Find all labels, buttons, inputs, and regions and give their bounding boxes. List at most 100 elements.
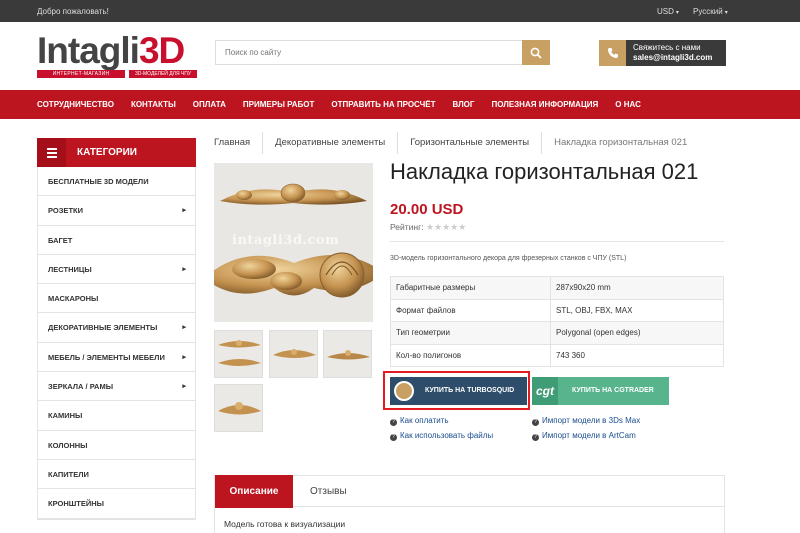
product-thumbnail[interactable]: [214, 384, 263, 432]
link-label: Как оплатить: [400, 416, 449, 425]
rating-stars-icon: ★★★★★: [425, 222, 467, 232]
breadcrumb-horizontal[interactable]: Горизонтальные элементы: [397, 132, 541, 154]
sidebar-item-label: КРОНШТЕЙНЫ: [48, 499, 105, 509]
category-header[interactable]: КАТЕГОРИИ: [37, 138, 196, 167]
product-main-image[interactable]: intagli3d.com: [214, 163, 373, 322]
link-label: Как использовать файлы: [400, 431, 494, 440]
sidebar-item[interactable]: ДЕКОРАТИВНЫЕ ЭЛЕМЕНТЫ ▸: [38, 313, 195, 343]
category-title: КАТЕГОРИИ: [77, 147, 137, 158]
link-how-to-pay[interactable]: ? Как оплатить: [390, 416, 449, 426]
tab-description[interactable]: Описание: [215, 475, 293, 508]
link-label: Импорт модели в ArtCam: [542, 431, 636, 440]
link-import-3dsmax[interactable]: ? Импорт модели в 3Ds Max: [532, 416, 640, 426]
sidebar-item-label: КОЛОННЫ: [48, 440, 88, 450]
sidebar-item-label: ДЕКОРАТИВНЫЕ ЭЛЕМЕНТЫ: [48, 323, 158, 333]
category-list: БЕСПЛАТНЫЕ 3D МОДЕЛИ РОЗЕТКИ ▸ БАГЕТ ЛЕСТНИЦ…: [37, 167, 196, 520]
nav-item-cooperation[interactable]: СОТРУДНИЧЕСТВО: [37, 90, 114, 119]
site-logo[interactable]: Intagli3D ИНТЕРНЕТ-МАГАЗИН 3D-МОДЕЛЕЙ ДЛ…: [37, 32, 197, 80]
logo-text: Intagli: [37, 30, 140, 71]
sidebar-item-label: БАГЕТ: [48, 235, 73, 245]
search-button[interactable]: [522, 40, 550, 65]
turbosquid-logo-icon: [394, 381, 414, 401]
language-selector[interactable]: Русский ▾: [693, 7, 728, 16]
category-sidebar: КАТЕГОРИИ БЕСПЛАТНЫЕ 3D МОДЕЛИ РОЗЕТКИ ▸ БА…: [37, 138, 196, 520]
sidebar-item[interactable]: БАГЕТ: [38, 226, 195, 255]
link-import-artcam[interactable]: ? Импорт модели в ArtCam: [532, 431, 636, 441]
nav-item-examples[interactable]: ПРИМЕРЫ РАБОТ: [243, 90, 315, 119]
chevron-down-icon: ▾: [675, 10, 679, 16]
sidebar-item[interactable]: МЕБЕЛЬ / ЭЛЕМЕНТЫ МЕБЕЛИ ▸: [38, 343, 195, 373]
nav-item-send-quote[interactable]: ОТПРАВИТЬ НА ПРОСЧЁТ: [331, 90, 435, 119]
sidebar-item[interactable]: КОЛОННЫ: [38, 431, 195, 460]
nav-item-vlog[interactable]: ВЛОГ: [452, 90, 474, 119]
spec-value: STL, OBJ, FBX, MAX: [550, 298, 724, 322]
search-icon: [530, 47, 542, 59]
logo-accent: 3D: [138, 30, 185, 71]
link-label: Импорт модели в 3Ds Max: [542, 416, 641, 425]
sidebar-item-label: РОЗЕТКИ: [48, 206, 83, 216]
divider: [390, 241, 724, 242]
tab-content-text: Модель готова к визуализации: [224, 519, 346, 529]
language-value: Русский: [693, 7, 723, 16]
buy-cgtrader-label: КУПИТЬ НА CGTRADER: [572, 387, 654, 394]
product-price: 20.00 USD: [390, 201, 464, 218]
sidebar-item[interactable]: РОЗЕТКИ ▸: [38, 196, 195, 226]
phone-icon: [599, 40, 626, 66]
product-thumbnail[interactable]: [214, 330, 263, 378]
spec-value: 287x90x20 mm: [550, 276, 724, 300]
chevron-right-icon: ▸: [182, 207, 186, 215]
welcome-text: Добро пожаловать!: [37, 7, 109, 16]
breadcrumb-current: Накладка горизонтальная 021: [541, 132, 699, 154]
sidebar-item[interactable]: КАПИТЕЛИ: [38, 460, 195, 490]
link-how-to-use[interactable]: ? Как использовать файлы: [390, 431, 493, 441]
logo-tagline-shop: ИНТЕРНЕТ-МАГАЗИН: [37, 70, 125, 78]
currency-value: USD: [657, 7, 674, 16]
table-row: Формат файлов STL, OBJ, FBX, MAX: [390, 298, 724, 322]
sidebar-item[interactable]: КРОНШТЕЙНЫ: [38, 489, 195, 519]
nav-item-useful-info[interactable]: ПОЛЕЗНАЯ ИНФОРМАЦИЯ: [491, 90, 598, 119]
contact-label: Свяжитесь с нами: [633, 43, 701, 52]
nav-item-payment[interactable]: ОПЛАТА: [193, 90, 226, 119]
product-rating: Рейтинг: ★★★★★: [390, 222, 466, 233]
table-row: Габаритные размеры 287x90x20 mm: [390, 276, 724, 300]
product-thumbnail[interactable]: [323, 330, 372, 378]
breadcrumb-decorative[interactable]: Декоративные элементы: [262, 132, 397, 154]
sidebar-item[interactable]: КАМИНЫ: [38, 401, 195, 431]
breadcrumb-home[interactable]: Главная: [214, 132, 262, 154]
search-input[interactable]: [216, 41, 516, 64]
question-icon: ?: [390, 419, 397, 426]
sidebar-item-label: ЗЕРКАЛА / РАМЫ: [48, 382, 114, 392]
contact-email[interactable]: sales@intagli3d.com: [633, 53, 712, 62]
spec-key: Формат файлов: [390, 298, 551, 322]
currency-selector[interactable]: USD ▾: [657, 7, 679, 16]
spec-key: Габаритные размеры: [390, 276, 551, 300]
buy-turbosquid-label: КУПИТЬ НА TURBOSQUID: [425, 387, 515, 394]
sidebar-item[interactable]: ЗЕРКАЛА / РАМЫ ▸: [38, 372, 195, 402]
product-thumbnail[interactable]: [269, 330, 318, 378]
chevron-right-icon: ▸: [182, 383, 186, 391]
contact-block[interactable]: Свяжитесь с нами sales@intagli3d.com: [599, 40, 726, 66]
nav-item-contacts[interactable]: КОНТАКТЫ: [131, 90, 176, 119]
nav-item-about[interactable]: О НАС: [615, 90, 641, 119]
chevron-right-icon: ▸: [182, 324, 186, 332]
chevron-right-icon: ▸: [182, 353, 186, 361]
sidebar-item-label: БЕСПЛАТНЫЕ 3D МОДЕЛИ: [48, 177, 149, 186]
tab-reviews[interactable]: Отзывы: [310, 476, 347, 507]
chevron-down-icon: ▾: [724, 10, 728, 16]
question-icon: ?: [532, 434, 539, 441]
sidebar-item[interactable]: МАСКАРОНЫ: [38, 284, 195, 314]
buy-turbosquid-button[interactable]: КУПИТЬ НА TURBOSQUID: [390, 377, 527, 405]
table-row: Кол-во полигонов 743 360: [390, 343, 724, 367]
spec-value: Polygonal (open edges): [550, 321, 724, 345]
sidebar-item-label: КАПИТЕЛИ: [48, 469, 89, 479]
question-icon: ?: [390, 434, 397, 441]
sidebar-item[interactable]: ЛЕСТНИЦЫ ▸: [38, 255, 195, 285]
product-title: Накладка горизонтальная 021: [390, 159, 699, 184]
rating-label: Рейтинг:: [390, 222, 424, 232]
specs-table: Габаритные размеры 287x90x20 mm Формат фа…: [390, 276, 724, 367]
product-tabs: Описание Отзывы: [214, 475, 725, 508]
main-nav: СОТРУДНИЧЕСТВО КОНТАКТЫ ОПЛАТА ПРИМЕРЫ Р…: [0, 90, 800, 119]
sidebar-item-label: МЕБЕЛЬ / ЭЛЕМЕНТЫ МЕБЕЛИ: [48, 352, 165, 362]
buy-cgtrader-button[interactable]: cgt КУПИТЬ НА CGTRADER: [532, 377, 669, 405]
sidebar-item[interactable]: БЕСПЛАТНЫЕ 3D МОДЕЛИ: [38, 167, 195, 197]
